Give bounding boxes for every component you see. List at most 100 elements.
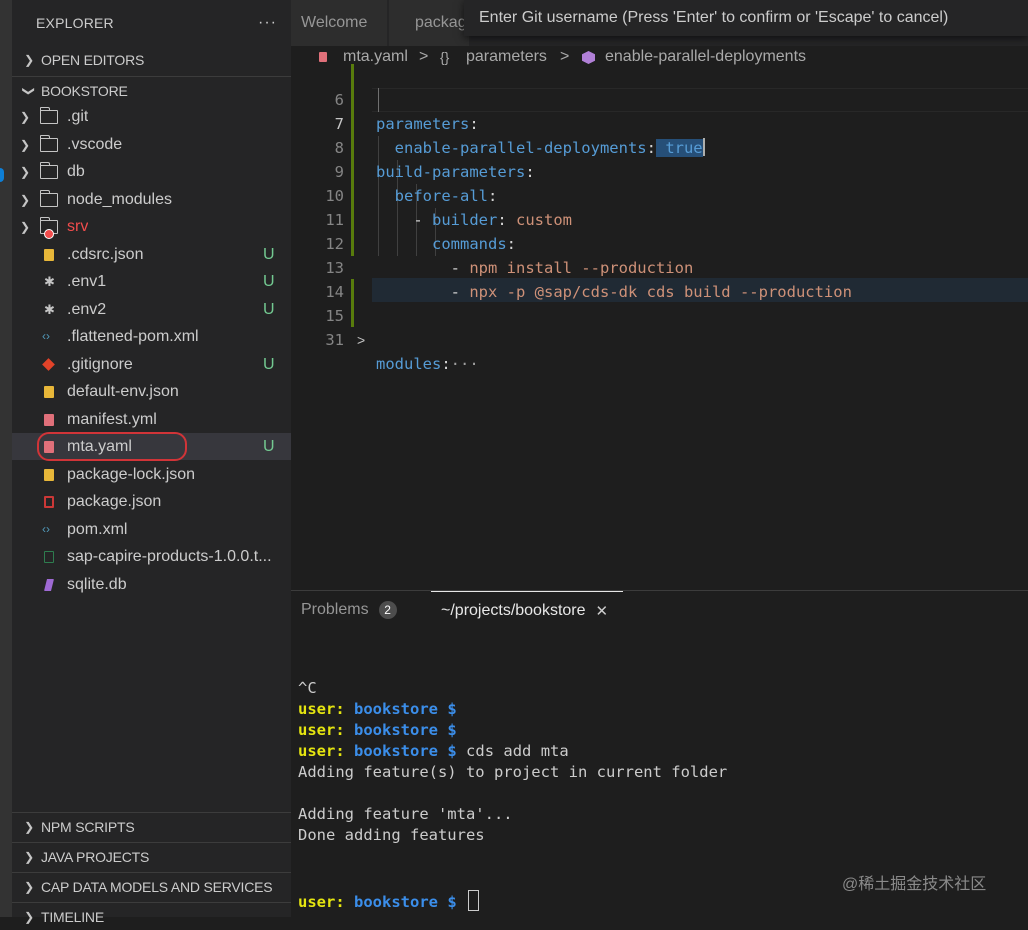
folder-icon [40, 106, 58, 124]
prompt-path: bookstore [354, 721, 439, 739]
tree-item-mta-yaml[interactable]: mta.yaml U [12, 433, 291, 460]
tree-item-label: .vscode [67, 135, 123, 153]
npm-file-icon [44, 496, 54, 508]
tree-item-vscode[interactable]: ❯ .vscode [12, 131, 291, 158]
prompt-path: bookstore [354, 742, 439, 760]
code-line: 9 before-all: [291, 136, 1028, 205]
tree-item-pom-xml[interactable]: ‹› pom.xml [12, 516, 291, 543]
folded-ellipsis[interactable]: ··· [451, 355, 479, 373]
chevron-right-icon: ❯ [20, 109, 31, 124]
prompt-symbol: $ [447, 742, 457, 760]
section-java-projects[interactable]: ❯ JAVA PROJECTS [12, 842, 291, 870]
tree-item-srv[interactable]: ❯ srv [12, 213, 291, 240]
terminal-line: user: bookstore $ cds add mta [298, 741, 569, 762]
quick-input-prompt: Enter Git username (Press 'Enter' to con… [479, 9, 949, 26]
folder-icon [40, 189, 58, 207]
chevron-down-icon: ❯ [22, 85, 36, 96]
tree-item-label: db [67, 162, 85, 180]
tree-item-label: mta.yaml [67, 437, 132, 455]
error-dot-icon [44, 229, 54, 239]
close-icon[interactable]: ✕ [596, 602, 609, 620]
line-number: 31 [325, 331, 344, 349]
tab-label: packag [415, 14, 467, 31]
tree-item-db[interactable]: ❯ db [12, 158, 291, 185]
tree-item-env2[interactable]: ✱ .env2 U [12, 296, 291, 323]
tree-item-label: manifest.yml [67, 410, 157, 428]
folder-icon [40, 161, 58, 179]
more-actions-icon[interactable]: ··· [258, 14, 277, 32]
terminal-text: Adding feature(s) to project in current … [298, 763, 728, 781]
fold-chevron-icon[interactable]: > [357, 328, 365, 352]
section-npm-scripts[interactable]: ❯ NPM SCRIPTS [12, 812, 291, 840]
tree-item-package-json[interactable]: package.json [12, 488, 291, 515]
code-line: 11 commands: [291, 184, 1028, 253]
code-line: 13 - npx -p @sap/cds-dk cds build --prod… [291, 232, 1028, 301]
tree-item-label: .cdsrc.json [67, 245, 144, 263]
object-icon: {} [440, 49, 450, 65]
tree-item-node-modules[interactable]: ❯ node_modules [12, 186, 291, 213]
tree-item-label: pom.xml [67, 520, 128, 538]
code-text: modules:··· [376, 352, 479, 376]
tree-item-label: sap-capire-products-1.0.0.t... [67, 547, 272, 565]
untracked-badge: U [263, 300, 275, 318]
tree-item-gitignore[interactable]: .gitignore U [12, 351, 291, 378]
tab-terminal[interactable]: ~/projects/bookstore ✕ [431, 591, 623, 629]
section-label: CAP DATA MODELS AND SERVICES [41, 878, 273, 895]
tree-item-label: .gitignore [67, 355, 133, 373]
tree-item-default-env[interactable]: default-env.json [12, 378, 291, 405]
tree-item-label: package-lock.json [67, 465, 196, 483]
untracked-badge: U [263, 355, 275, 373]
yaml-file-icon [44, 414, 54, 426]
json-file-icon [44, 386, 54, 398]
activity-indicator [0, 168, 4, 182]
prompt-user: user: [298, 721, 345, 739]
tree-item-flattened-pom[interactable]: ‹› .flattened-pom.xml [12, 323, 291, 350]
code-line: 12 - npm install --production [291, 208, 1028, 277]
chevron-right-icon: ❯ [20, 219, 31, 234]
terminal-line: user: bookstore $ [298, 890, 480, 913]
problems-count-badge: 2 [378, 601, 397, 619]
tab-welcome[interactable]: Welcome [291, 0, 387, 46]
yaml-colon: : [441, 355, 451, 373]
tree-item-package-lock[interactable]: package-lock.json [12, 461, 291, 488]
tree-item-cdsrc-json[interactable]: .cdsrc.json U [12, 241, 291, 268]
terminal-line: Done adding features [298, 825, 485, 846]
chevron-right-icon: ❯ [20, 164, 31, 179]
git-username-input[interactable]: Enter Git username (Press 'Enter' to con… [464, 0, 1028, 36]
tree-item-label: default-env.json [67, 382, 179, 400]
section-bookstore[interactable]: ❯ BOOKSTORE [12, 76, 291, 104]
tab-problems[interactable]: Problems 2 [301, 591, 397, 629]
tab-label: Problems [301, 601, 369, 618]
terminal-text: Done adding features [298, 826, 485, 844]
prompt-symbol: $ [447, 721, 457, 739]
terminal-text: ^C [298, 679, 317, 697]
section-timeline[interactable]: ❯ TIMELINE [12, 902, 291, 930]
tree-item-git[interactable]: ❯ .git [12, 103, 291, 130]
yaml-key: modules [376, 355, 442, 373]
section-label: JAVA PROJECTS [41, 848, 150, 865]
json-file-icon [44, 249, 54, 261]
chevron-right-icon: ❯ [24, 879, 34, 894]
terminal-line: user: bookstore $ [298, 699, 457, 720]
tree-item-manifest[interactable]: manifest.yml [12, 406, 291, 433]
section-label: NPM SCRIPTS [41, 818, 135, 835]
archive-file-icon [44, 551, 54, 563]
code-line: 15 > modules:··· [291, 280, 1028, 373]
explorer-title: EXPLORER [36, 15, 114, 31]
tree-item-label: sqlite.db [67, 575, 127, 593]
tree-item-env1[interactable]: ✱ .env1 U [12, 268, 291, 295]
terminal-command: cds add mta [466, 742, 569, 760]
section-cap-data-models[interactable]: ❯ CAP DATA MODELS AND SERVICES [12, 872, 291, 900]
chevron-right-icon: ❯ [24, 52, 34, 67]
untracked-badge: U [263, 272, 275, 290]
tree-item-sap-capire-products[interactable]: sap-capire-products-1.0.0.t... [12, 543, 291, 570]
tree-item-sqlite-db[interactable]: sqlite.db [12, 571, 291, 598]
section-open-editors[interactable]: ❯ OPEN EDITORS [12, 46, 291, 73]
tab-package[interactable]: packag [389, 0, 469, 46]
prompt-symbol: $ [447, 893, 457, 911]
gear-icon: ✱ [44, 274, 55, 289]
gear-icon: ✱ [44, 302, 55, 317]
prompt-user: user: [298, 700, 345, 718]
folder-icon [40, 134, 58, 152]
terminal-line: Adding feature(s) to project in current … [298, 762, 727, 783]
